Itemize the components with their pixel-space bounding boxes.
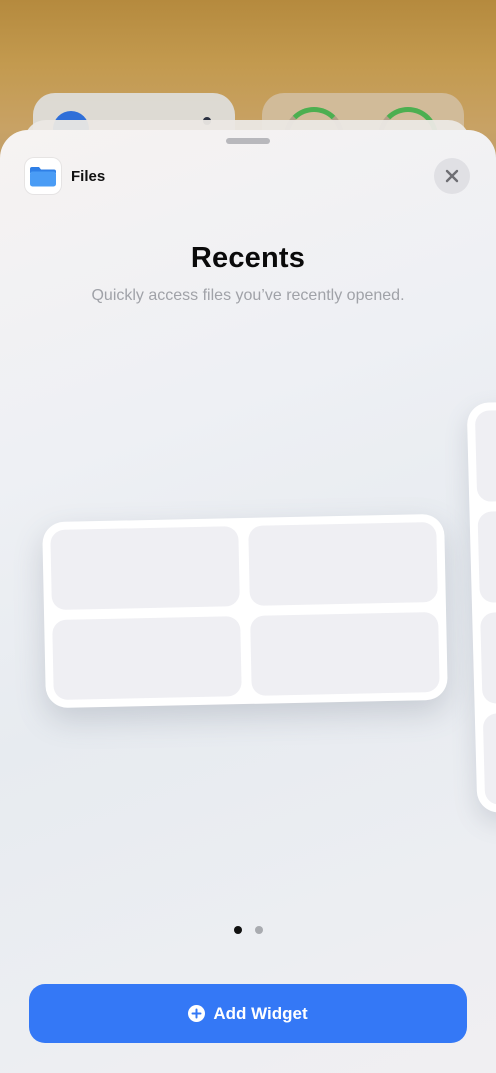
page-indicator[interactable] <box>0 926 496 934</box>
widget-preview-next[interactable] <box>466 401 496 813</box>
folder-icon <box>30 167 56 187</box>
widget-placeholder-tile <box>482 712 496 805</box>
widget-title: Recents <box>190 242 306 274</box>
app-header: Files <box>25 158 105 194</box>
add-widget-label: Add Widget <box>213 1003 308 1023</box>
widget-placeholder-tile <box>248 521 438 606</box>
add-widget-button[interactable]: Add Widget <box>29 984 467 1043</box>
widget-preview-medium[interactable] <box>42 513 448 709</box>
app-name: Files <box>71 167 106 185</box>
page-dot-1[interactable] <box>233 926 242 934</box>
sheet-grabber[interactable] <box>226 138 270 144</box>
widget-placeholder-tile <box>474 409 496 502</box>
widget-placeholder-tile <box>50 526 240 611</box>
screen: Files Recents Quickly access files you’v… <box>0 0 496 1073</box>
page-dot-2[interactable] <box>254 926 263 934</box>
plus-circle-icon <box>188 1005 206 1022</box>
widget-placeholder-tile <box>480 611 496 704</box>
files-app-icon <box>25 158 61 194</box>
widget-description: Quickly access files you’ve recently ope… <box>91 287 405 304</box>
widget-gallery-sheet: Files Recents Quickly access files you’v… <box>0 130 496 1073</box>
widget-placeholder-tile <box>250 611 440 696</box>
widget-placeholder-tile <box>52 616 242 701</box>
close-button[interactable] <box>434 158 470 194</box>
widget-placeholder-tile <box>477 510 496 603</box>
close-icon <box>445 169 459 183</box>
